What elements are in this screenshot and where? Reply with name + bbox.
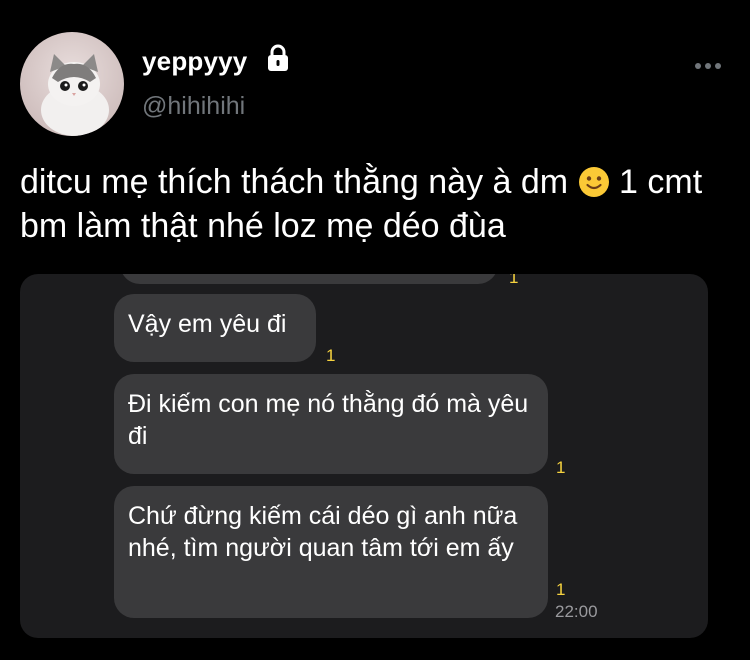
message-bubble: Chứ đừng kiếm cái déo gì anh nữa nhé, tì…	[114, 486, 548, 618]
message-text: Chứ đừng kiếm cái déo gì anh nữa nhé, tì…	[128, 502, 518, 562]
message-text: Vậy em yêu đi	[128, 310, 287, 338]
avatar[interactable]	[20, 32, 124, 136]
message-timestamp: 22:00	[555, 602, 598, 621]
read-count-badge: 1	[509, 274, 519, 287]
tweet-text-part1: ditcu mẹ thích thách thằng này à dm	[20, 163, 569, 201]
user-handle[interactable]: @hihihihi	[142, 92, 245, 121]
message-text: Đi kiếm con mẹ nó thằng đó mà yêu đi	[128, 390, 529, 450]
read-count-badge: 1	[556, 458, 566, 477]
tweet-text: ditcu mẹ thích thách thằng này à dm 1 cm…	[20, 160, 730, 248]
partial-message-bubble	[120, 274, 498, 284]
read-count-badge: 1	[326, 346, 336, 365]
read-count-badge: 1	[556, 580, 566, 599]
slightly-smiling-face-icon	[578, 167, 609, 197]
message-bubble: Đi kiếm con mẹ nó thằng đó mà yêu đi	[114, 374, 548, 474]
lock-icon	[268, 44, 288, 71]
chat-screenshot-image[interactable]: 1 Vậy em yêu đi 1 Đi kiếm con mẹ nó thằn…	[20, 274, 708, 638]
kitten-avatar-icon	[20, 32, 124, 136]
message-bubble: Vậy em yêu đi	[114, 294, 316, 362]
display-name[interactable]: yeppyyy	[142, 46, 247, 77]
more-horizontal-icon[interactable]	[693, 60, 723, 72]
